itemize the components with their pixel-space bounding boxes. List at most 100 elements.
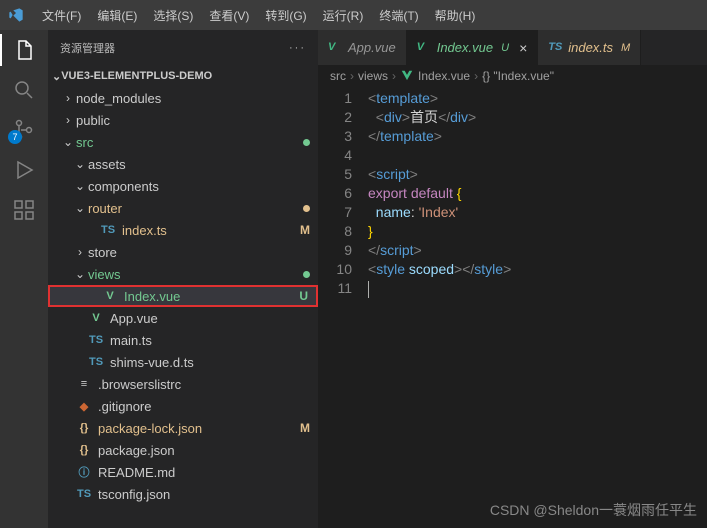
tab-label: index.ts [568, 40, 613, 55]
explorer-icon[interactable] [12, 38, 36, 62]
tree-label: main.ts [110, 333, 310, 348]
tree-folder-router[interactable]: ⌄router [48, 197, 318, 219]
file-tree: ›node_modules›public⌄src⌄assets⌄componen… [48, 87, 318, 528]
menu-edit[interactable]: 编辑(E) [91, 7, 143, 24]
tree-folder-store[interactable]: ›store [48, 241, 318, 263]
file-icon: V [102, 288, 118, 304]
editor-tabs: V App.vue V Index.vue U × TS index.ts M [318, 30, 707, 65]
tree-file-App.vue[interactable]: V App.vue [48, 307, 318, 329]
breadcrumb[interactable]: src› views› Index.vue› {} "Index.vue" [318, 65, 707, 87]
chevron-down-icon: ⌄ [72, 157, 88, 171]
file-icon: V [88, 310, 104, 326]
tree-label: assets [88, 157, 310, 172]
tree-file-main.ts[interactable]: TS main.ts [48, 329, 318, 351]
activity-bar: 7 [0, 30, 48, 528]
menu-select[interactable]: 选择(S) [147, 7, 199, 24]
file-icon: ◆ [76, 398, 92, 414]
tree-file-Index.vue[interactable]: V Index.vueU [48, 285, 318, 307]
sidebar-root[interactable]: ⌄ VUE3-ELEMENTPLUS-DEMO [48, 65, 318, 87]
tree-label: .browserslistrc [98, 377, 310, 392]
tree-label: public [76, 113, 310, 128]
tree-label: store [88, 245, 310, 260]
tab-App.vue[interactable]: V App.vue [318, 30, 407, 65]
vue-icon [400, 69, 414, 83]
tree-folder-src[interactable]: ⌄src [48, 131, 318, 153]
menu-goto[interactable]: 转到(G) [259, 7, 312, 24]
tree-label: .gitignore [98, 399, 310, 414]
menu-run[interactable]: 运行(R) [317, 7, 370, 24]
tree-file-package.json[interactable]: {} package.json [48, 439, 318, 461]
scm-badge: 7 [8, 130, 22, 144]
chevron-right-icon: › [60, 91, 76, 105]
tree-label: tsconfig.json [98, 487, 310, 502]
tree-folder-public[interactable]: ›public [48, 109, 318, 131]
chevron-down-icon: ⌄ [72, 179, 88, 193]
vue-icon: V [328, 41, 342, 55]
tab-status: M [621, 42, 630, 54]
menu-terminal[interactable]: 终端(T) [373, 7, 424, 24]
chevron-down-icon: ⌄ [72, 201, 88, 215]
sidebar-more-icon[interactable]: ··· [289, 42, 306, 54]
file-icon: TS [88, 332, 104, 348]
sidebar-title: 资源管理器 [60, 40, 115, 56]
chevron-right-icon: › [72, 245, 88, 259]
git-status: M [300, 421, 310, 435]
code-area[interactable]: 1234567891011 <template> <div>首页</div> <… [318, 87, 707, 298]
git-dot [303, 271, 310, 278]
tree-label: node_modules [76, 91, 310, 106]
code-lines: <template> <div>首页</div> </template> <sc… [368, 89, 511, 298]
ts-icon: TS [548, 41, 562, 55]
file-icon: TS [88, 354, 104, 370]
debug-icon[interactable] [12, 158, 36, 182]
extensions-icon[interactable] [12, 198, 36, 222]
close-icon[interactable]: × [519, 40, 527, 56]
git-dot [303, 205, 310, 212]
tree-folder-views[interactable]: ⌄views [48, 263, 318, 285]
tab-index.ts[interactable]: TS index.ts M [538, 30, 641, 65]
tab-status: U [501, 42, 509, 54]
git-status: U [299, 289, 308, 303]
tree-file-.browserslistrc[interactable]: ≡ .browserslistrc [48, 373, 318, 395]
tree-file-shims-vue.d.ts[interactable]: TS shims-vue.d.ts [48, 351, 318, 373]
tree-label: views [88, 267, 303, 282]
tree-file-.gitignore[interactable]: ◆ .gitignore [48, 395, 318, 417]
tree-folder-components[interactable]: ⌄components [48, 175, 318, 197]
tree-folder-assets[interactable]: ⌄assets [48, 153, 318, 175]
tree-label: package.json [98, 443, 310, 458]
scm-icon[interactable]: 7 [12, 118, 36, 142]
vue-icon: V [417, 41, 431, 55]
chevron-down-icon: ⌄ [60, 135, 76, 149]
file-icon: ≡ [76, 376, 92, 392]
tab-label: App.vue [348, 40, 396, 55]
tree-file-tsconfig.json[interactable]: TS tsconfig.json [48, 483, 318, 505]
git-status: M [300, 223, 310, 237]
tree-label: shims-vue.d.ts [110, 355, 310, 370]
vscode-logo-icon [8, 7, 24, 23]
sidebar: 资源管理器 ··· ⌄ VUE3-ELEMENTPLUS-DEMO ›node_… [48, 30, 318, 528]
chevron-right-icon: › [60, 113, 76, 127]
tree-file-package-lock.json[interactable]: {}package-lock.jsonM [48, 417, 318, 439]
file-icon: {} [76, 442, 92, 458]
tree-label: README.md [98, 465, 310, 480]
tree-label: src [76, 135, 303, 150]
menu-view[interactable]: 查看(V) [203, 7, 255, 24]
tree-label: App.vue [110, 311, 310, 326]
tree-label: router [88, 201, 303, 216]
tab-label: Index.vue [437, 40, 493, 55]
file-icon: ⓘ [76, 464, 92, 480]
tree-label: Index.vue [124, 289, 299, 304]
chevron-down-icon: ⌄ [72, 267, 88, 281]
file-icon: TS [76, 486, 92, 502]
tree-file-README.md[interactable]: ⓘ README.md [48, 461, 318, 483]
tree-label: index.ts [122, 223, 300, 238]
editor: V App.vue V Index.vue U × TS index.ts M src› vie… [318, 30, 707, 528]
menu-bar: 文件(F) 编辑(E) 选择(S) 查看(V) 转到(G) 运行(R) 终端(T… [0, 0, 707, 30]
line-gutter: 1234567891011 [318, 89, 368, 298]
menu-help[interactable]: 帮助(H) [429, 7, 482, 24]
tab-Index.vue[interactable]: V Index.vue U × [407, 30, 539, 65]
tree-label: package-lock.json [98, 421, 300, 436]
tree-folder-node_modules[interactable]: ›node_modules [48, 87, 318, 109]
tree-file-index.ts[interactable]: TSindex.tsM [48, 219, 318, 241]
search-icon[interactable] [12, 78, 36, 102]
menu-file[interactable]: 文件(F) [36, 7, 87, 24]
